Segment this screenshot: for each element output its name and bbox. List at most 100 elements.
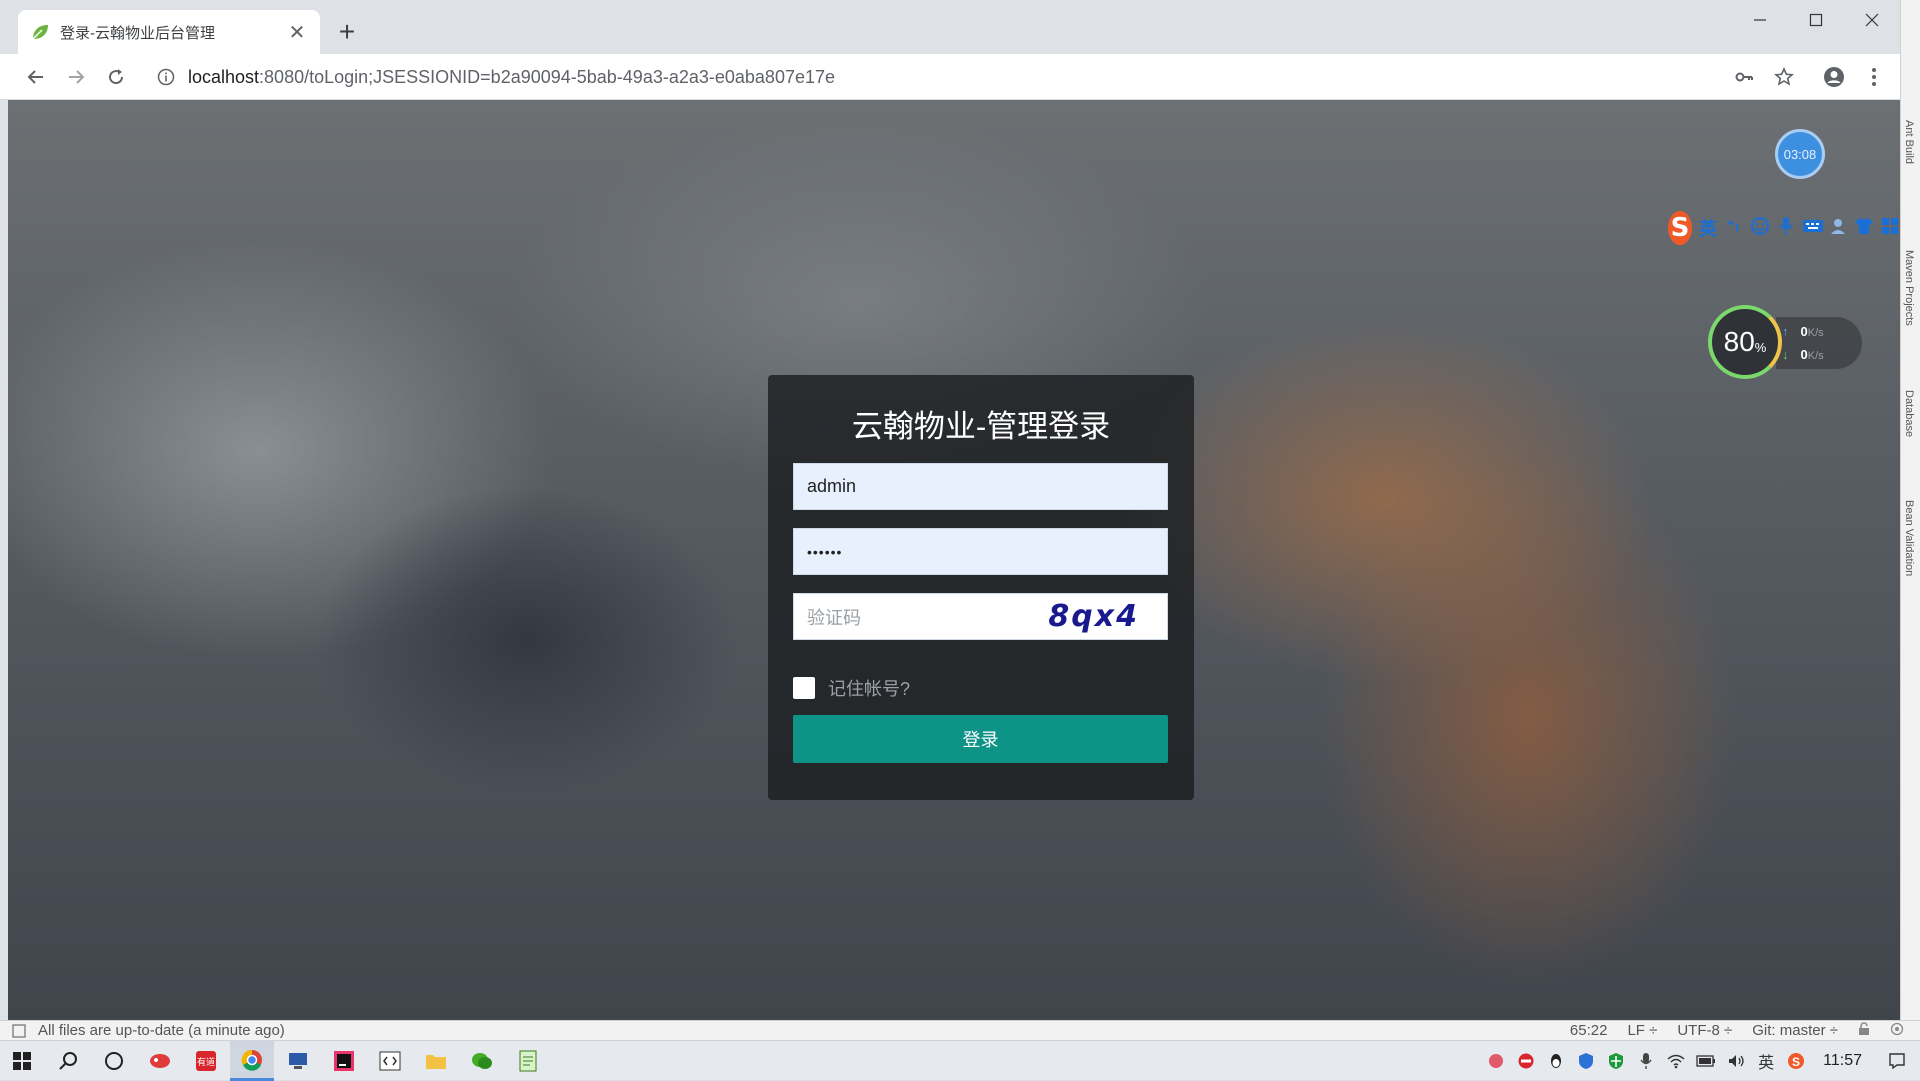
status-message: All files are up-to-date (a minute ago) [38, 1022, 285, 1039]
forward-button[interactable] [60, 61, 92, 93]
download-speed: 0 [1800, 347, 1808, 362]
taskbar-clock[interactable]: 11:57 [1823, 1052, 1862, 1070]
memory-percent-unit: % [1754, 339, 1767, 355]
microphone-tray-icon[interactable] [1631, 1052, 1661, 1070]
download-arrow-icon: ↓ [1782, 347, 1789, 362]
lock-icon[interactable] [1858, 1022, 1870, 1040]
browser-tab[interactable]: 登录-云翰物业后台管理 ✕ [18, 10, 320, 54]
taskbar-app-wechat[interactable] [460, 1041, 504, 1081]
notepad-icon [519, 1050, 537, 1072]
new-tab-button[interactable]: + [332, 17, 362, 47]
mindmap-app-icon [150, 1054, 170, 1068]
sogou-logo-icon[interactable]: S [1668, 211, 1692, 245]
close-window-button[interactable] [1844, 0, 1900, 40]
bean-validation-tab[interactable]: Bean Validation [1903, 500, 1915, 576]
url-text[interactable]: localhost:8080/toLogin;JSESSIONID=b2a900… [188, 67, 835, 88]
reload-button[interactable] [100, 61, 132, 93]
taskbar-file-explorer[interactable] [414, 1041, 458, 1081]
line-ending[interactable]: LF ÷ [1627, 1022, 1657, 1040]
address-bar[interactable]: localhost:8080/toLogin;JSESSIONID=b2a900… [148, 61, 1648, 93]
remember-checkbox[interactable] [793, 677, 815, 699]
ime-language-toggle[interactable]: 英 [1698, 215, 1718, 241]
ime-toolbar: S 英 [1668, 211, 1900, 245]
cortana-button[interactable] [92, 1041, 136, 1081]
captcha-image[interactable]: 8qx4 [1048, 600, 1139, 634]
memory-percent: 80 [1723, 326, 1755, 357]
profile-button[interactable] [1818, 61, 1850, 93]
info-icon[interactable] [156, 67, 176, 87]
username-input[interactable]: admin [793, 463, 1168, 510]
back-arrow-icon [27, 70, 43, 84]
red-app-icon: 有道 [196, 1051, 216, 1071]
git-branch[interactable]: Git: master ÷ [1752, 1022, 1838, 1040]
maximize-button[interactable] [1788, 0, 1844, 40]
net-speed-panel: ↑ 0K/s ↓ 0K/s [1776, 317, 1862, 369]
taskbar-chrome[interactable] [230, 1041, 274, 1081]
code-editor-icon [379, 1051, 401, 1071]
skin-shirt-icon[interactable] [1854, 217, 1874, 240]
login-title: 云翰物业-管理登录 [851, 409, 1111, 444]
maximize-icon [1809, 13, 1823, 27]
punctuation-icon[interactable] [1724, 218, 1744, 239]
recording-timer[interactable]: 03:08 [1775, 129, 1825, 179]
search-icon [59, 1052, 77, 1070]
title-bar: 登录-云翰物业后台管理 ✕ + [0, 0, 1900, 54]
status-right-group: 65:22 LF ÷ UTF-8 ÷ Git: master ÷ [1570, 1022, 1904, 1040]
memory-usage-ring: 80% [1708, 305, 1782, 379]
inspector-icon[interactable] [1890, 1022, 1904, 1040]
user-icon[interactable] [1828, 217, 1848, 240]
emoji-icon[interactable] [1750, 216, 1770, 241]
upload-arrow-icon: ↑ [1782, 324, 1789, 339]
back-button[interactable] [20, 61, 52, 93]
wifi-icon[interactable] [1661, 1053, 1691, 1069]
ant-build-tab[interactable]: Ant Build [1903, 120, 1915, 164]
start-button[interactable] [0, 1041, 44, 1081]
close-icon [1865, 13, 1879, 27]
taskbar-app-2[interactable]: 有道 [184, 1041, 228, 1081]
keyboard-icon[interactable] [1802, 218, 1823, 239]
security-shield-icon[interactable] [1601, 1052, 1631, 1070]
upload-unit: K/s [1807, 327, 1824, 339]
tab-close-icon[interactable]: ✕ [286, 21, 308, 44]
microphone-icon[interactable] [1776, 216, 1796, 241]
toolbox-grid-icon[interactable] [1880, 217, 1900, 240]
shield-icon[interactable] [1571, 1052, 1601, 1070]
cursor-position[interactable]: 65:22 [1570, 1022, 1608, 1040]
star-icon [1774, 67, 1794, 86]
remote-desktop-icon [289, 1053, 307, 1069]
tray-block-icon[interactable] [1511, 1052, 1541, 1070]
tray-app-icon[interactable] [1481, 1052, 1511, 1070]
bookmark-button[interactable] [1768, 61, 1800, 93]
captcha-input[interactable]: 验证码 8qx4 [793, 593, 1168, 640]
qq-icon[interactable] [1541, 1052, 1571, 1070]
battery-icon[interactable] [1691, 1055, 1721, 1067]
taskbar-app-4[interactable] [276, 1041, 320, 1081]
network-monitor[interactable]: ↑ 0K/s ↓ 0K/s 80% [1708, 305, 1868, 379]
login-button[interactable]: 登录 [793, 715, 1168, 763]
system-tray: 英 S 11:57 [1481, 1041, 1920, 1081]
database-tab[interactable]: Database [1903, 390, 1915, 437]
file-encoding[interactable]: UTF-8 ÷ [1677, 1022, 1732, 1040]
remember-account[interactable]: 记住帐号? [793, 675, 910, 701]
minimize-button[interactable] [1732, 0, 1788, 40]
password-key-button[interactable] [1728, 61, 1760, 93]
username-value: admin [807, 476, 857, 496]
taskbar-code-editor[interactable] [368, 1041, 412, 1081]
action-center-icon[interactable] [1882, 1052, 1912, 1070]
windows-logo-icon [13, 1052, 31, 1070]
captcha-placeholder: 验证码 [807, 607, 861, 628]
taskbar-app-1[interactable] [138, 1041, 182, 1081]
browser-toolbar: localhost:8080/toLogin;JSESSIONID=b2a900… [0, 54, 1900, 100]
tray-ime-language[interactable]: 英 [1751, 1049, 1781, 1073]
maven-projects-tab[interactable]: Maven Projects [1903, 250, 1915, 326]
taskbar-app-notepad[interactable] [506, 1041, 550, 1081]
search-button[interactable] [46, 1041, 90, 1081]
leaf-favicon-icon [30, 22, 50, 42]
taskbar-intellij[interactable] [322, 1041, 366, 1081]
volume-icon[interactable] [1721, 1053, 1751, 1069]
menu-button[interactable] [1858, 61, 1890, 93]
browser-window: 登录-云翰物业后台管理 ✕ + localhost:8080/toLogin;J… [0, 0, 1900, 1020]
sogou-tray-icon[interactable]: S [1781, 1052, 1811, 1070]
chrome-icon [241, 1049, 262, 1071]
password-input[interactable]: •••••• [793, 528, 1168, 575]
